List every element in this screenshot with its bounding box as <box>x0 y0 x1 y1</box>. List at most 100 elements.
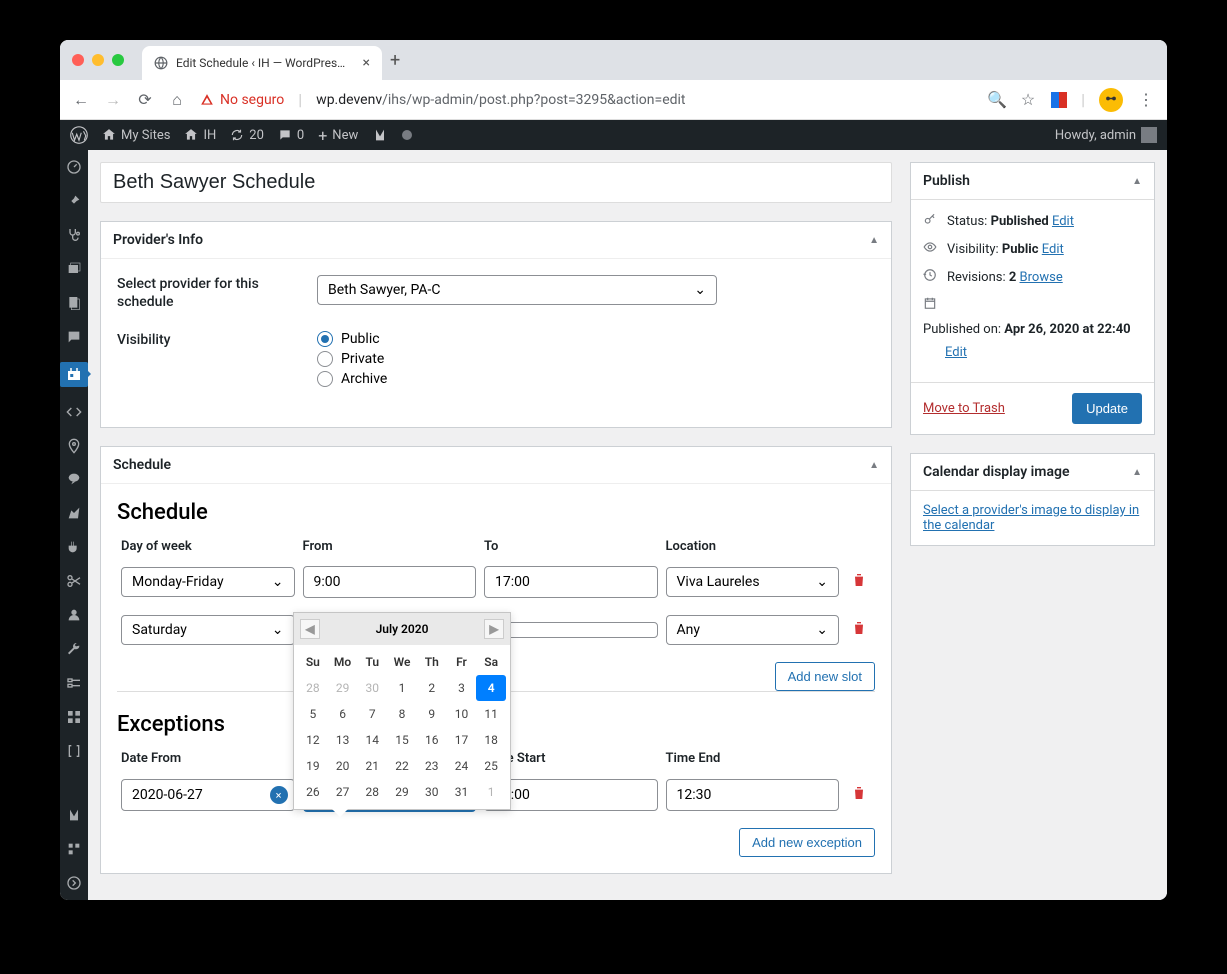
close-tab-icon[interactable]: × <box>363 55 370 71</box>
datepicker-day[interactable]: 5 <box>298 701 328 727</box>
datepicker-day[interactable]: 28 <box>298 675 328 701</box>
brackets-icon[interactable] <box>64 742 84 760</box>
location-select[interactable]: Any⌄ <box>666 615 840 645</box>
datepicker-day[interactable]: 25 <box>476 753 506 779</box>
from-time-input[interactable]: 9:00 <box>303 566 477 598</box>
media-icon[interactable] <box>64 260 84 278</box>
edit-status-link[interactable]: Edit <box>1052 214 1074 229</box>
dashboard-icon[interactable] <box>64 158 84 176</box>
datepicker-day[interactable]: 15 <box>387 727 417 753</box>
new-link[interactable]: +New <box>318 126 358 145</box>
datepicker-day[interactable]: 10 <box>447 701 477 727</box>
url-text[interactable]: wp.devenv/ihs/wp-admin/post.php?post=329… <box>316 92 973 108</box>
collapse-icon[interactable]: ▲ <box>1132 176 1142 187</box>
comments-icon[interactable] <box>64 328 84 346</box>
visibility-public-radio[interactable]: Public <box>317 331 717 347</box>
pages-icon[interactable] <box>64 294 84 312</box>
to-time-input[interactable]: 17:00 <box>484 566 658 598</box>
collapse-icon[interactable] <box>64 874 84 892</box>
datepicker-day[interactable]: 24 <box>447 753 477 779</box>
datepicker-next-button[interactable]: ▶ <box>484 619 504 639</box>
collapse-icon[interactable]: ▲ <box>869 235 879 246</box>
datepicker-day[interactable]: 28 <box>357 779 387 805</box>
yoast-menu-icon[interactable] <box>64 806 84 824</box>
datepicker-day[interactable]: 13 <box>328 727 358 753</box>
datepicker-day[interactable]: 2 <box>417 675 447 701</box>
day-select[interactable]: Monday-Friday⌄ <box>121 567 295 597</box>
new-tab-button[interactable]: + <box>390 50 400 71</box>
clear-icon[interactable]: × <box>270 786 288 804</box>
collapse-icon[interactable]: ▲ <box>869 460 879 471</box>
feedback-icon[interactable] <box>64 470 84 488</box>
datepicker-day[interactable]: 6 <box>328 701 358 727</box>
datepicker-day[interactable]: 22 <box>387 753 417 779</box>
zoom-icon[interactable]: 🔍 <box>987 90 1005 109</box>
datepicker-day[interactable]: 19 <box>298 753 328 779</box>
publish-header[interactable]: Publish ▲ <box>911 163 1154 200</box>
edit-date-link[interactable]: Edit <box>945 345 967 360</box>
edit-visibility-link[interactable]: Edit <box>1042 242 1064 257</box>
site-link[interactable]: IH <box>184 128 216 143</box>
datepicker-day[interactable]: 8 <box>387 701 417 727</box>
time-end-input[interactable]: 12:30 <box>666 779 840 811</box>
schedule-icon[interactable] <box>60 362 88 387</box>
calendar-image-header[interactable]: Calendar display image ▲ <box>911 454 1154 491</box>
datepicker-day[interactable]: 1 <box>387 675 417 701</box>
datepicker-day[interactable]: 20 <box>328 753 358 779</box>
datepicker-day[interactable]: 29 <box>328 675 358 701</box>
location-icon[interactable] <box>64 437 84 455</box>
browser-tab[interactable]: Edit Schedule ‹ IH — WordPres… × <box>142 46 382 80</box>
datepicker-day[interactable]: 30 <box>357 675 387 701</box>
users-icon[interactable] <box>64 606 84 624</box>
location-select[interactable]: Viva Laureles⌄ <box>666 567 840 597</box>
comments-link[interactable]: 0 <box>278 128 304 143</box>
appearance-icon[interactable] <box>64 504 84 522</box>
delete-row-button[interactable] <box>847 785 871 805</box>
date-from-input[interactable]: 2020-06-27× <box>121 779 295 811</box>
datepicker-day[interactable]: 27 <box>328 779 358 805</box>
datepicker-day[interactable]: 3 <box>447 675 477 701</box>
delete-row-button[interactable] <box>847 620 871 640</box>
move-to-trash-link[interactable]: Move to Trash <box>923 401 1005 416</box>
datepicker-day[interactable]: 14 <box>357 727 387 753</box>
plugins-icon[interactable] <box>64 538 84 556</box>
maximize-window-icon[interactable] <box>112 54 124 66</box>
datepicker-day[interactable]: 31 <box>447 779 477 805</box>
settings-icon[interactable] <box>64 674 84 692</box>
datepicker-day[interactable]: 23 <box>417 753 447 779</box>
browse-revisions-link[interactable]: Browse <box>1020 270 1063 285</box>
datepicker-day[interactable]: 26 <box>298 779 328 805</box>
grid-icon[interactable] <box>64 708 84 726</box>
howdy-link[interactable]: Howdy, admin <box>1055 127 1157 143</box>
updates-link[interactable]: 20 <box>230 128 264 143</box>
code-icon[interactable] <box>64 403 84 421</box>
yoast-icon[interactable] <box>372 127 388 143</box>
bookmark-icon[interactable]: ☆ <box>1019 90 1037 109</box>
home-button[interactable]: ⌂ <box>168 90 186 110</box>
status-dot-icon[interactable] <box>402 130 412 140</box>
datepicker-day[interactable]: 11 <box>476 701 506 727</box>
menu-icon[interactable]: ⋮ <box>1137 90 1155 109</box>
datepicker-day[interactable]: 7 <box>357 701 387 727</box>
datepicker-day[interactable]: 1 <box>476 779 506 805</box>
blocks-icon[interactable] <box>64 840 84 858</box>
providers-info-header[interactable]: Provider's Info ▲ <box>101 222 891 259</box>
reload-button[interactable]: ⟳ <box>136 90 154 109</box>
post-title-input[interactable] <box>100 162 892 203</box>
wp-logo[interactable] <box>70 126 88 144</box>
add-slot-button[interactable]: Add new slot <box>775 662 875 691</box>
datepicker-day[interactable]: 21 <box>357 753 387 779</box>
schedule-header[interactable]: Schedule ▲ <box>101 447 891 484</box>
forward-button[interactable]: → <box>104 90 122 110</box>
provider-select[interactable]: Beth Sawyer, PA-C ⌄ <box>317 275 717 305</box>
visibility-private-radio[interactable]: Private <box>317 351 717 367</box>
stethoscope-icon[interactable] <box>64 226 84 244</box>
tools-icon[interactable] <box>64 640 84 658</box>
collapse-icon[interactable]: ▲ <box>1132 467 1142 478</box>
datepicker-day[interactable]: 29 <box>387 779 417 805</box>
back-button[interactable]: ← <box>72 90 90 110</box>
datepicker-day[interactable]: 4 <box>476 675 506 701</box>
my-sites-link[interactable]: My Sites <box>102 128 170 143</box>
datepicker-day[interactable]: 30 <box>417 779 447 805</box>
datepicker-prev-button[interactable]: ◀ <box>300 619 320 639</box>
